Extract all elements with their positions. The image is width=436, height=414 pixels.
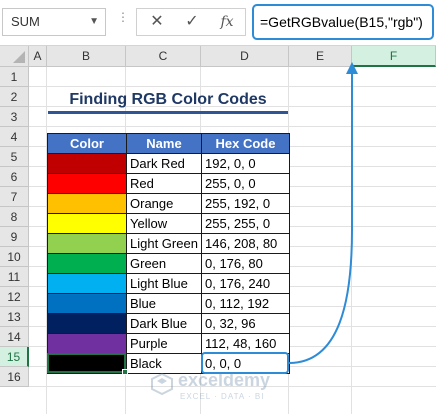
watermark: exceldemy EXCEL · DATA · BI — [150, 370, 310, 406]
connector-arrow — [288, 62, 358, 364]
watermark-tagline: EXCEL · DATA · BI — [180, 392, 265, 401]
exceldemy-logo-icon — [151, 372, 173, 396]
watermark-name: exceldemy — [178, 370, 271, 390]
